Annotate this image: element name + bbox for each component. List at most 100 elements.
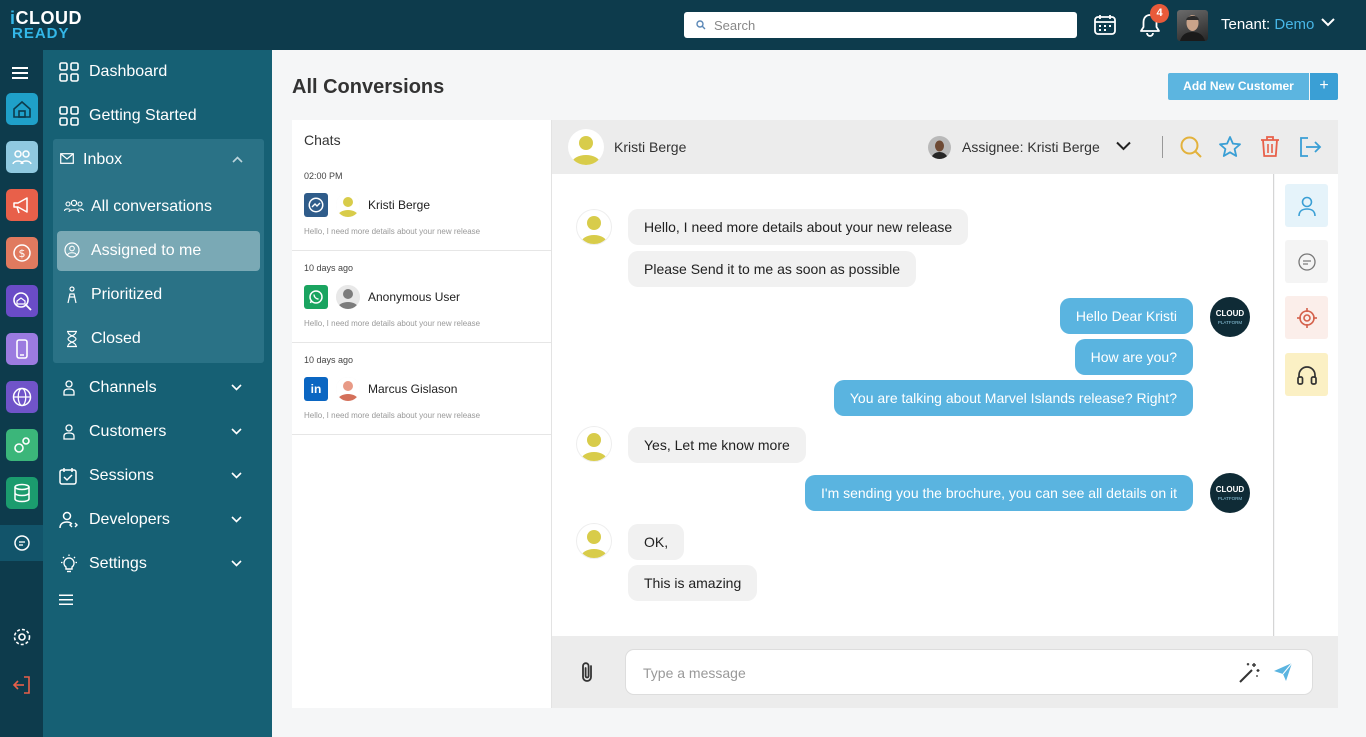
conversation-tools-panel <box>1275 174 1338 636</box>
contact-avatar[interactable] <box>568 129 604 165</box>
tenant-label: Tenant: <box>1221 16 1275 33</box>
users-icon <box>64 199 84 213</box>
rail-mobile-button[interactable] <box>6 333 38 365</box>
sidebar-item-dashboard[interactable]: Dashboard <box>43 50 272 94</box>
sidebar-item-label: Customers <box>89 423 167 440</box>
chevron-up-icon[interactable] <box>232 156 243 163</box>
chat-list-item[interactable]: 10 days ago Anonymous User Hello, I need… <box>292 251 551 343</box>
sidebar-item-channels[interactable]: Channels <box>43 366 272 410</box>
chevron-down-icon[interactable] <box>231 384 242 391</box>
user-photo-icon <box>1180 15 1205 41</box>
lightbulb-icon <box>61 554 77 573</box>
rail-campaign-button[interactable] <box>6 189 38 221</box>
chat-time: 10 days ago <box>304 355 354 365</box>
person-icon <box>63 424 75 440</box>
rail-database-button[interactable] <box>6 477 38 509</box>
tenant-value: Demo <box>1274 16 1315 33</box>
chat-time: 02:00 PM <box>304 171 343 181</box>
sidebar-item-all-conversations[interactable]: All conversations <box>57 187 260 227</box>
assignee-avatar <box>928 136 951 159</box>
rail-web-button[interactable] <box>6 381 38 413</box>
svg-text:$: $ <box>19 247 26 260</box>
collapse-menu-icon[interactable] <box>59 594 73 606</box>
message-composer <box>552 636 1338 708</box>
add-dropdown-button[interactable]: + <box>1310 73 1338 100</box>
sidebar-item-label: Settings <box>89 555 147 572</box>
user-icon <box>1297 196 1316 216</box>
sidebar-item-getting-started[interactable]: Getting Started <box>43 94 272 138</box>
sidebar-item-settings[interactable]: Settings <box>43 542 272 586</box>
user-circle-icon <box>64 242 80 258</box>
sidebar-item-closed[interactable]: Closed <box>57 319 260 359</box>
chevron-down-icon[interactable] <box>231 428 242 435</box>
chevron-down-icon[interactable] <box>231 472 242 479</box>
menu-icon[interactable] <box>12 66 28 80</box>
contact-name: Kristi Berge <box>614 139 687 155</box>
megaphone-icon <box>13 197 28 214</box>
chat-time: 10 days ago <box>304 263 354 273</box>
rail-integrations-button[interactable] <box>6 429 38 461</box>
assignee-label: Assignee: Kristi Berge <box>962 139 1100 155</box>
sidebar-item-label: Dashboard <box>89 63 168 80</box>
chevron-down-icon[interactable] <box>231 560 242 567</box>
star-icon[interactable] <box>1218 135 1242 159</box>
rail-chat-button[interactable] <box>6 527 38 559</box>
sidebar-item-prioritized[interactable]: Prioritized <box>57 275 260 315</box>
message-input-box[interactable] <box>625 649 1313 695</box>
sidebar-item-inbox[interactable]: Inbox <box>53 139 264 181</box>
linkedin-icon: in <box>304 377 328 401</box>
comment-icon <box>1297 252 1316 271</box>
message-bubble-incoming: Yes, Let me know more <box>628 427 806 463</box>
chats-panel: Chats 02:00 PM Kristi Berge Hello, I nee… <box>292 120 552 708</box>
grid-icon <box>59 62 79 82</box>
chat-list-item[interactable]: 02:00 PM Kristi Berge Hello, I need more… <box>292 159 551 251</box>
message-input[interactable] <box>643 662 1223 684</box>
rail-settings-button[interactable] <box>6 621 38 653</box>
sidebar-item-label: Getting Started <box>89 107 197 124</box>
sidebar-item-customers[interactable]: Customers <box>43 410 272 454</box>
contact-info-button[interactable] <box>1285 184 1328 227</box>
rail-logout-button[interactable] <box>6 669 38 701</box>
chat-icon <box>14 535 30 551</box>
send-icon[interactable] <box>1272 661 1294 683</box>
rail-team-button[interactable] <box>6 141 38 173</box>
sidebar-item-label: Assigned to me <box>91 242 202 259</box>
gears-icon <box>14 437 30 453</box>
search-icon[interactable] <box>1179 135 1203 159</box>
sidebar-item-sessions[interactable]: Sessions <box>43 454 272 498</box>
chevron-down-icon[interactable] <box>231 516 242 523</box>
rail-home-button[interactable] <box>6 93 38 125</box>
dollar-icon: $ <box>13 244 31 262</box>
tenant-selector[interactable]: Tenant: Demo <box>1221 16 1314 33</box>
contact-avatar <box>336 193 360 217</box>
magic-wand-icon[interactable] <box>1237 661 1261 685</box>
contact-avatar <box>336 377 360 401</box>
chevron-down-icon[interactable] <box>1321 18 1335 27</box>
calendar-icon[interactable] <box>1093 13 1117 37</box>
chat-list-item[interactable]: 10 days ago in Marcus Gislason Hello, I … <box>292 343 551 435</box>
app-logo[interactable]: iCLOUD READY <box>10 8 82 42</box>
user-avatar[interactable] <box>1177 10 1208 41</box>
rail-property-search-button[interactable] <box>6 285 38 317</box>
agent-avatar-logo-subtext: PLATFORM <box>1218 496 1242 501</box>
exit-icon[interactable] <box>1298 135 1322 159</box>
paperclip-icon[interactable] <box>578 660 598 684</box>
sidebar-item-label: All conversations <box>91 198 212 215</box>
agent-avatar-logo-subtext: PLATFORM <box>1218 320 1242 325</box>
trash-icon[interactable] <box>1259 135 1281 159</box>
target-button[interactable] <box>1285 296 1328 339</box>
rail-billing-button[interactable]: $ <box>6 237 38 269</box>
support-button[interactable] <box>1285 353 1328 396</box>
sidebar-item-label: Sessions <box>89 467 154 484</box>
sidebar-item-assigned-to-me[interactable]: Assigned to me <box>57 231 260 271</box>
search-input[interactable] <box>714 15 1064 35</box>
notes-button[interactable] <box>1285 240 1328 283</box>
top-bar: iCLOUD READY 4 Tenant: Demo <box>0 0 1366 50</box>
add-new-customer-button[interactable]: Add New Customer <box>1168 73 1309 100</box>
headphones-icon <box>1296 365 1317 385</box>
assignee-chevron-down-icon[interactable] <box>1116 141 1131 151</box>
search-box[interactable] <box>684 12 1077 38</box>
sidebar-item-developers[interactable]: Developers <box>43 498 272 542</box>
chat-preview: Hello, I need more details about your ne… <box>304 227 481 236</box>
conversation-header: Kristi Berge Assignee: Kristi Berge <box>552 120 1338 174</box>
